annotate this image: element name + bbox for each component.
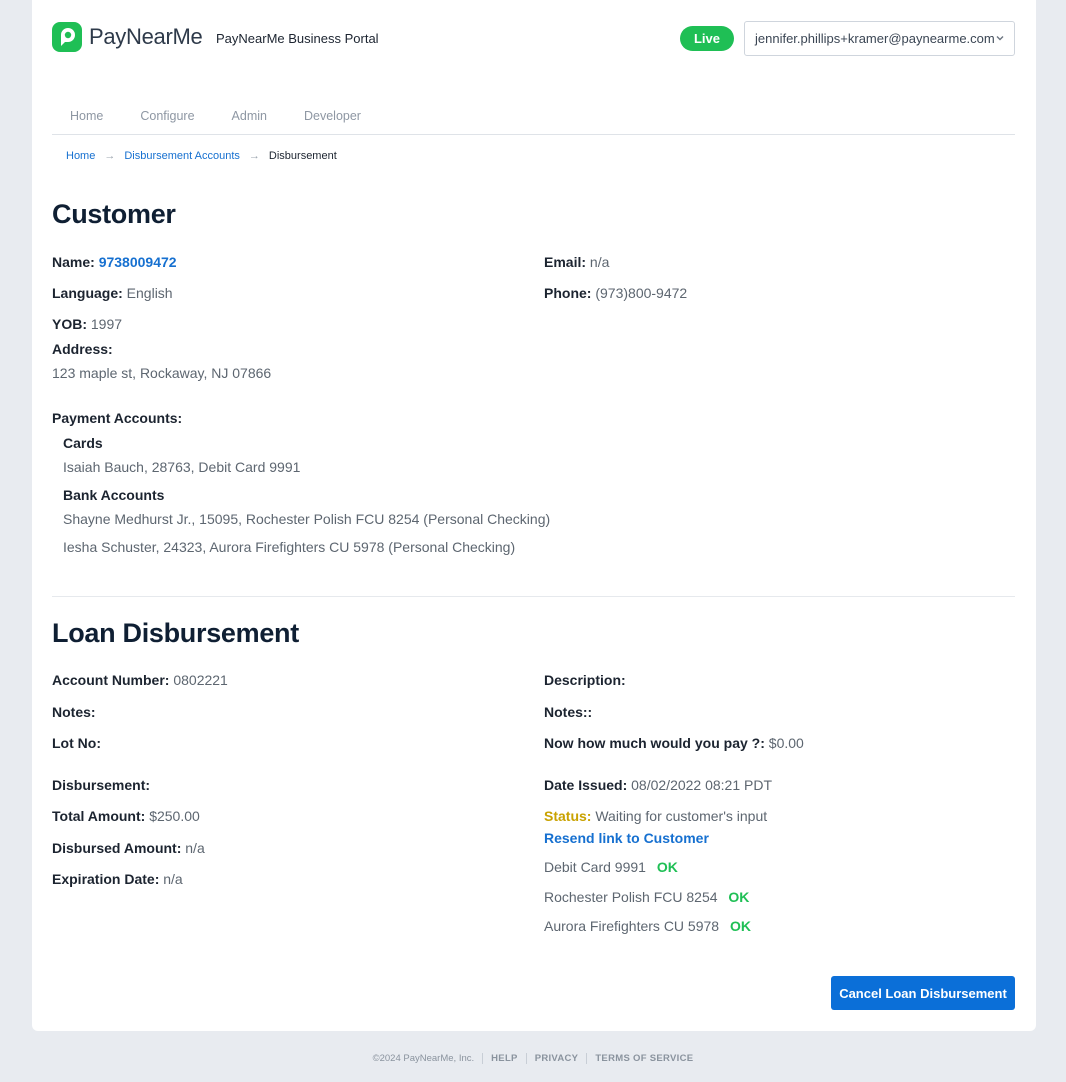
notes2-field: Notes:: bbox=[544, 704, 592, 720]
section-divider bbox=[52, 596, 1015, 597]
footer-copyright: ©2024 PayNearMe, Inc. bbox=[372, 1053, 475, 1064]
loan-disbursement-heading: Loan Disbursement bbox=[52, 618, 299, 648]
lot-no-field: Lot No: bbox=[52, 735, 101, 751]
payment-accounts-label: Payment Accounts: bbox=[52, 410, 183, 426]
language-label: Language: bbox=[52, 285, 123, 301]
customer-heading: Customer bbox=[52, 199, 176, 229]
method-status: OK bbox=[656, 859, 678, 875]
email-label: Email: bbox=[544, 254, 587, 270]
yob-value: 1997 bbox=[90, 316, 123, 332]
nav-item-developer[interactable]: Developer bbox=[304, 98, 361, 134]
method-status: OK bbox=[728, 889, 750, 905]
breadcrumb: Home → Disbursement Accounts → Disbursem… bbox=[66, 150, 337, 162]
notes2-label: Notes:: bbox=[544, 704, 593, 720]
nav-item-admin[interactable]: Admin bbox=[232, 98, 267, 134]
status-field: Status: Waiting for customer's input bbox=[544, 808, 767, 824]
footer-help-link[interactable]: HELP bbox=[482, 1053, 526, 1064]
logo-mark-icon bbox=[52, 22, 82, 52]
description-label: Description: bbox=[544, 672, 626, 688]
status-value: Waiting for customer's input bbox=[595, 808, 768, 824]
breadcrumb-arrow-icon: → bbox=[248, 150, 260, 162]
portal-title: PayNearMe Business Portal bbox=[216, 31, 379, 46]
address-value: 123 maple st, Rockaway, NJ 07866 bbox=[52, 365, 272, 381]
account-select[interactable]: jennifer.phillips+kramer@paynearme.com bbox=[744, 21, 1015, 56]
status-label: Status: bbox=[544, 808, 592, 824]
name-label: Name: bbox=[52, 254, 95, 270]
customer-name-link[interactable]: 9738009472 bbox=[99, 254, 177, 270]
cards-label: Cards bbox=[63, 435, 103, 451]
chevron-down-icon bbox=[996, 36, 1004, 41]
disbursement-field: Disbursement: bbox=[52, 777, 150, 793]
customer-yob-field: YOB: 1997 bbox=[52, 316, 122, 332]
disbursement-label: Disbursement: bbox=[52, 777, 151, 793]
disbursed-amount-label: Disbursed Amount: bbox=[52, 840, 182, 856]
main-card: PayNearMe PayNearMe Business Portal Live… bbox=[32, 0, 1036, 1031]
footer-privacy-link[interactable]: PRIVACY bbox=[525, 1053, 587, 1064]
card-item: Isaiah Bauch, 28763, Debit Card 9991 bbox=[63, 459, 301, 475]
account-number-field: Account Number: 0802221 bbox=[52, 672, 228, 688]
notes-label: Notes: bbox=[52, 704, 96, 720]
method-item: Rochester Polish FCU 8254 OK bbox=[544, 889, 749, 905]
address-label: Address: bbox=[52, 341, 113, 357]
phone-value: (973)800-9472 bbox=[595, 285, 688, 301]
customer-language-field: Language: English bbox=[52, 285, 173, 301]
pay-amount-field: Now how much would you pay ?: $0.00 bbox=[544, 735, 804, 751]
nav-item-home[interactable]: Home bbox=[70, 98, 103, 134]
date-issued-field: Date Issued: 08/02/2022 08:21 PDT bbox=[544, 777, 772, 793]
method-item: Debit Card 9991 OK bbox=[544, 859, 678, 875]
breadcrumb-disbursement-accounts[interactable]: Disbursement Accounts bbox=[124, 150, 240, 162]
live-mode-badge[interactable]: Live bbox=[680, 26, 734, 51]
account-number-label: Account Number: bbox=[52, 672, 170, 688]
footer: ©2024 PayNearMe, Inc. HELP PRIVACY TERMS… bbox=[0, 1053, 1066, 1064]
yob-label: YOB: bbox=[52, 316, 87, 332]
bank-account-item: Shayne Medhurst Jr., 15095, Rochester Po… bbox=[63, 511, 551, 527]
method-name: Debit Card 9991 bbox=[544, 859, 646, 875]
language-value: English bbox=[126, 285, 173, 301]
lot-no-label: Lot No: bbox=[52, 735, 101, 751]
expiration-field: Expiration Date: n/a bbox=[52, 871, 183, 887]
disbursed-amount-value: n/a bbox=[185, 840, 205, 856]
resend-link-button[interactable]: Resend link to Customer bbox=[544, 830, 709, 846]
expiration-value: n/a bbox=[163, 871, 183, 887]
footer-terms-link[interactable]: TERMS OF SERVICE bbox=[586, 1053, 701, 1064]
logo-text: PayNearMe bbox=[89, 24, 203, 49]
cancel-loan-disbursement-button[interactable]: Cancel Loan Disbursement bbox=[831, 976, 1015, 1010]
method-item: Aurora Firefighters CU 5978 OK bbox=[544, 918, 751, 934]
method-status: OK bbox=[729, 918, 751, 934]
customer-phone-field: Phone: (973)800-9472 bbox=[544, 285, 687, 301]
pay-amount-label: Now how much would you pay ?: bbox=[544, 735, 765, 751]
total-amount-value: $250.00 bbox=[149, 808, 200, 824]
breadcrumb-current: Disbursement bbox=[268, 150, 337, 162]
breadcrumb-home[interactable]: Home bbox=[66, 150, 95, 162]
bank-account-item: Iesha Schuster, 24323, Aurora Firefighte… bbox=[63, 539, 516, 555]
method-name: Rochester Polish FCU 8254 bbox=[544, 889, 718, 905]
paynearme-logo[interactable]: PayNearMe bbox=[52, 22, 203, 52]
description-field: Description: bbox=[544, 672, 626, 688]
expiration-label: Expiration Date: bbox=[52, 871, 160, 887]
total-amount-label: Total Amount: bbox=[52, 808, 146, 824]
account-number-value: 0802221 bbox=[173, 672, 228, 688]
account-email: jennifer.phillips+kramer@paynearme.com bbox=[755, 31, 995, 46]
nav-item-configure[interactable]: Configure bbox=[140, 98, 194, 134]
customer-name-field: Name: 9738009472 bbox=[52, 254, 177, 270]
phone-label: Phone: bbox=[544, 285, 592, 301]
customer-email-field: Email: n/a bbox=[544, 254, 609, 270]
total-amount-field: Total Amount: $250.00 bbox=[52, 808, 200, 824]
date-issued-value: 08/02/2022 08:21 PDT bbox=[631, 777, 773, 793]
notes-field: Notes: bbox=[52, 704, 96, 720]
email-value: n/a bbox=[589, 254, 610, 270]
main-nav: Home Configure Admin Developer bbox=[52, 98, 1015, 135]
disbursed-amount-field: Disbursed Amount: n/a bbox=[52, 840, 205, 856]
date-issued-label: Date Issued: bbox=[544, 777, 628, 793]
breadcrumb-arrow-icon: → bbox=[104, 150, 116, 162]
method-name: Aurora Firefighters CU 5978 bbox=[544, 918, 720, 934]
bank-accounts-label: Bank Accounts bbox=[63, 487, 165, 503]
pay-amount-value: $0.00 bbox=[768, 735, 804, 751]
